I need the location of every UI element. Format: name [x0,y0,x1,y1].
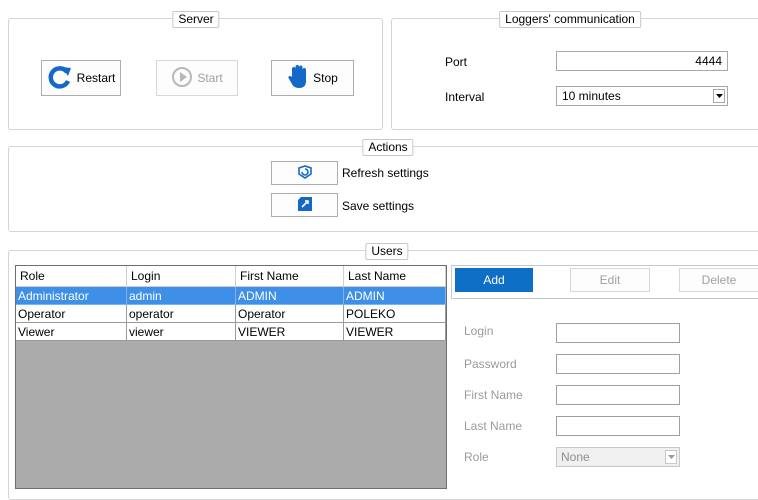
edit-user-button[interactable]: Edit [570,268,650,292]
restart-icon [47,64,73,93]
table-cell: admin [126,286,236,305]
actions-group-title: Actions [362,139,414,156]
users-group-title: Users [365,243,409,260]
port-value: 4444 [695,54,722,68]
users-group: Users Role Login First Name Last Name Ad… [8,243,758,500]
add-user-label: Add [483,273,505,287]
table-cell: VIEWER [343,322,446,341]
play-icon [171,66,193,91]
interval-value: 10 minutes [562,89,621,103]
login-label: Login [464,324,494,338]
password-field[interactable] [556,354,680,374]
refresh-settings-button[interactable] [271,161,338,185]
table-row[interactable]: Operator operator Operator POLEKO [16,304,446,323]
save-icon [297,196,313,215]
column-header-first-name[interactable]: First Name [235,266,344,287]
delete-user-label: Delete [701,273,737,287]
table-cell: ADMIN [343,286,446,305]
table-cell: Viewer [16,322,127,341]
first-name-field[interactable] [556,385,680,405]
port-input[interactable]: 4444 [556,51,728,71]
stop-label: Stop [313,71,338,85]
login-field[interactable] [556,323,680,343]
column-header-last-name[interactable]: Last Name [343,266,446,287]
port-label: Port [445,55,468,69]
save-settings-label[interactable]: Save settings [342,199,414,213]
table-cell: operator [126,304,236,323]
restart-label: Restart [76,71,116,85]
save-settings-button[interactable] [271,193,338,217]
start-button[interactable]: Start [156,60,238,96]
restart-button[interactable]: Restart [41,60,121,96]
table-row[interactable]: Administrator admin ADMIN ADMIN [16,286,446,305]
table-cell: VIEWER [235,322,344,341]
interval-select[interactable]: 10 minutes [556,86,728,106]
table-cell: Operator [16,304,127,323]
edit-user-label: Edit [599,273,621,287]
server-group: Server Restart Start Stop [8,11,383,130]
delete-user-button[interactable]: Delete [679,268,758,292]
table-cell: POLEKO [343,304,446,323]
users-table: Role Login First Name Last Name Administ… [16,266,446,341]
role-select[interactable]: None [556,447,680,467]
table-cell: Administrator [16,286,127,305]
interval-label: Interval [445,90,485,104]
table-cell: viewer [126,322,236,341]
hand-stop-icon [287,64,309,93]
last-name-field[interactable] [556,416,680,436]
refresh-icon [297,164,313,183]
communication-group: Loggers' communication Port 4444 Interva… [391,11,758,130]
last-name-label: Last Name [464,419,523,433]
password-label: Password [464,357,517,371]
start-label: Start [197,71,223,85]
dropdown-arrow-icon[interactable] [665,450,677,464]
stop-button[interactable]: Stop [271,60,354,96]
dropdown-arrow-icon[interactable] [713,89,725,103]
communication-group-title: Loggers' communication [499,11,641,28]
refresh-settings-label[interactable]: Refresh settings [342,166,429,180]
server-group-title: Server [172,11,220,28]
table-row[interactable]: Viewer viewer VIEWER VIEWER [16,322,446,341]
column-header-role[interactable]: Role [16,266,127,287]
users-grid[interactable]: Role Login First Name Last Name Administ… [15,265,447,489]
role-label: Role [464,450,489,464]
add-user-button[interactable]: Add [455,268,533,292]
first-name-label: First Name [464,388,523,402]
table-cell: Operator [235,304,344,323]
table-cell: ADMIN [235,286,344,305]
actions-group: Actions Refresh settings Save settings [8,139,758,232]
column-header-login[interactable]: Login [126,266,236,287]
role-value: None [561,450,590,464]
grid-header-row: Role Login First Name Last Name [16,266,446,287]
